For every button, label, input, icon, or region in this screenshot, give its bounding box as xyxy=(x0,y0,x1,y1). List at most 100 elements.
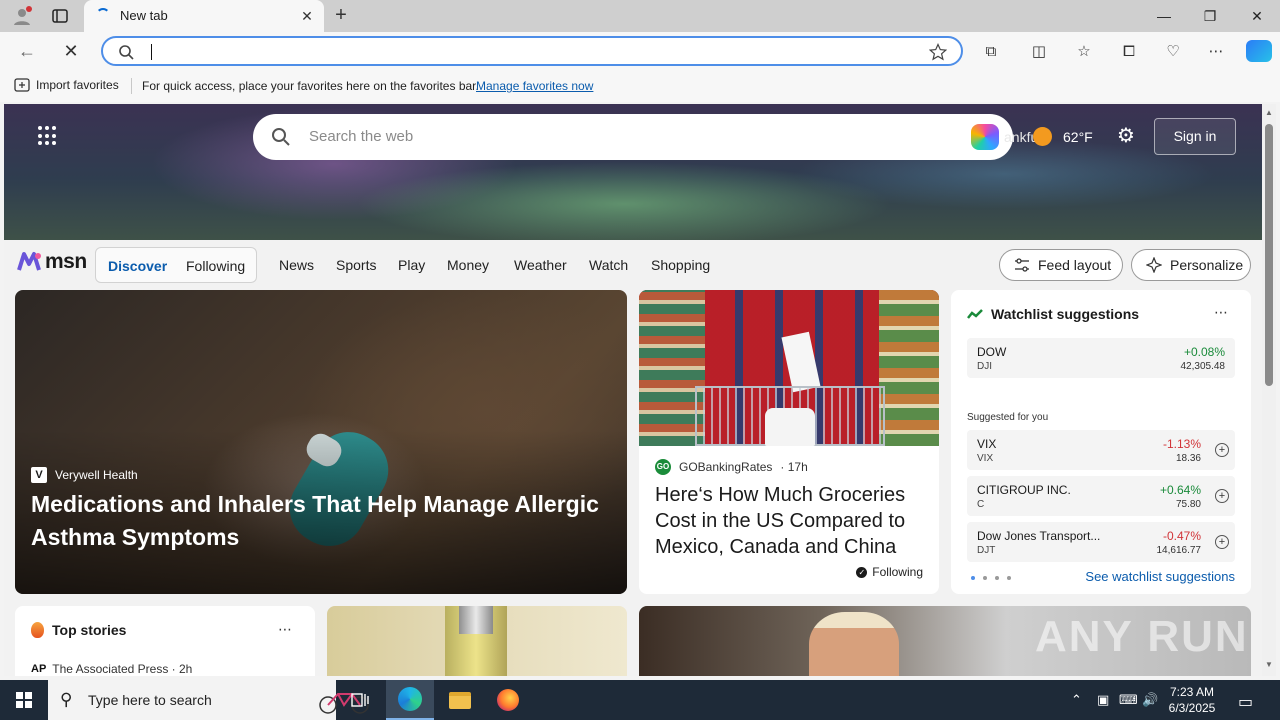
tab-following[interactable]: Following xyxy=(186,258,245,274)
scrollbar-thumb[interactable] xyxy=(1265,124,1273,386)
featured-story-card[interactable]: V Verywell Health Medications and Inhale… xyxy=(15,290,627,594)
start-button[interactable] xyxy=(0,680,48,720)
tab-new-tab[interactable]: New tab ✕ xyxy=(84,0,324,32)
tab-discover[interactable]: Discover xyxy=(108,258,167,274)
search-icon xyxy=(119,45,134,60)
carousel-dots[interactable] xyxy=(971,576,1011,580)
story-headline[interactable]: Here‘s How Much Groceries Cost in the US… xyxy=(655,482,925,560)
story-headline[interactable]: Medications and Inhalers That Help Manag… xyxy=(31,488,621,554)
sliders-icon xyxy=(1015,258,1029,272)
msn-logo[interactable]: msn xyxy=(16,250,87,274)
app-launcher-icon[interactable] xyxy=(38,126,58,146)
network-icon[interactable]: ⌨ xyxy=(1119,692,1138,708)
source-logo: GO xyxy=(655,459,671,475)
extensions-icon[interactable]: ⧉ xyxy=(980,40,1002,62)
manage-favorites-link[interactable]: Manage favorites now xyxy=(476,79,593,93)
file-explorer-icon[interactable] xyxy=(436,680,484,720)
search-placeholder: Search the web xyxy=(309,128,414,145)
nav-play[interactable]: Play xyxy=(398,257,425,273)
watchlist-row-citigroup[interactable]: CITIGROUP INC. C +0.64% 75.80 + xyxy=(967,476,1235,516)
story-age: · 17h xyxy=(780,460,808,474)
watchlist-row-dow-transport[interactable]: Dow Jones Transport... DJT -0.47% 14,616… xyxy=(967,522,1235,562)
suggested-label: Suggested for you xyxy=(967,412,1049,423)
task-view-icon[interactable] xyxy=(336,680,384,720)
collections-icon[interactable]: ⧠ xyxy=(1118,40,1140,62)
story-card[interactable]: ANY RUN xyxy=(639,606,1251,676)
close-tab-icon[interactable]: ✕ xyxy=(298,7,316,25)
story-card[interactable]: GO GOBankingRates · 17h Here‘s How Much … xyxy=(639,290,939,594)
nav-sports[interactable]: Sports xyxy=(336,257,376,273)
favorites-icon[interactable]: ☆ xyxy=(1073,40,1095,62)
story-card[interactable] xyxy=(327,606,627,676)
more-menu-icon[interactable]: ⋯ xyxy=(1205,40,1227,62)
personalize-button[interactable]: Personalize xyxy=(1131,249,1251,281)
watchlist-card: Watchlist suggestions ⋯ DOW DJI +0.08% 4… xyxy=(951,290,1251,594)
system-clock[interactable]: 7:23 AM 6/3/2025 xyxy=(1160,684,1224,716)
stock-change: +0.08% xyxy=(1183,345,1225,359)
import-favorites-button[interactable]: Import favorites xyxy=(14,78,119,92)
nav-money[interactable]: Money xyxy=(447,257,489,273)
stop-loading-icon[interactable]: ✕ xyxy=(58,39,84,63)
story-source[interactable]: AP The Associated Press · 2h xyxy=(31,662,192,676)
nav-news[interactable]: News xyxy=(279,257,314,273)
feed-layout-button[interactable]: Feed layout xyxy=(999,249,1123,281)
msn-logo-text: msn xyxy=(45,250,87,273)
edge-taskbar-icon[interactable] xyxy=(386,680,434,720)
close-window-icon[interactable]: ✕ xyxy=(1234,0,1280,32)
sign-in-button[interactable]: Sign in xyxy=(1154,118,1236,155)
web-search-box[interactable]: Search the web xyxy=(253,114,1013,160)
windows-taskbar: ⚲ Type here to search ⌃ ▣ ⌨ 🔊 7:23 AM 6/… xyxy=(0,680,1280,720)
navigation-bar: ← ✕ ⧉ ◫ ☆ ⧠ ♡ ⋯ xyxy=(0,32,1280,70)
show-hidden-icons-icon[interactable]: ⌃ xyxy=(1071,692,1082,708)
nav-weather[interactable]: Weather xyxy=(514,257,567,273)
volume-icon[interactable]: 🔊 xyxy=(1142,692,1158,708)
scroll-up-icon[interactable]: ▲ xyxy=(1264,108,1274,118)
tab-actions-icon[interactable] xyxy=(50,6,70,26)
notifications-icon[interactable]: ▭ xyxy=(1238,692,1253,712)
back-arrow-icon[interactable]: ← xyxy=(14,39,40,63)
msn-new-tab-page: Search the web ankfurt 62°F ⚙ Sign in ms… xyxy=(4,104,1262,676)
nav-watch[interactable]: Watch xyxy=(589,257,628,273)
profile-icon[interactable] xyxy=(12,6,32,26)
scroll-down-icon[interactable]: ▼ xyxy=(1264,660,1274,670)
favorites-hint: For quick access, place your favorites h… xyxy=(142,79,479,93)
copilot-icon[interactable] xyxy=(1246,40,1272,62)
settings-gear-icon[interactable]: ⚙ xyxy=(1114,124,1138,148)
stock-trend-icon xyxy=(967,309,983,319)
page-scrollbar[interactable]: ▲ ▼ xyxy=(1262,104,1276,676)
favorite-star-icon[interactable] xyxy=(929,43,947,61)
browser-essentials-icon[interactable]: ♡ xyxy=(1162,40,1184,62)
taskbar-search-box[interactable]: ⚲ Type here to search xyxy=(48,680,369,720)
source-name: Verywell Health xyxy=(55,468,138,482)
story-image-detail xyxy=(459,606,493,634)
windows-logo-icon xyxy=(16,692,32,708)
following-label: Following xyxy=(872,565,923,579)
address-bar[interactable] xyxy=(101,36,963,66)
more-options-icon[interactable]: ⋯ xyxy=(278,621,293,638)
split-screen-icon[interactable]: ◫ xyxy=(1028,40,1050,62)
nav-shopping[interactable]: Shopping xyxy=(651,257,710,273)
new-tab-button[interactable]: + xyxy=(330,5,352,27)
sunny-weather-icon[interactable] xyxy=(1033,127,1052,146)
add-to-watchlist-icon[interactable]: + xyxy=(1215,443,1229,457)
minimize-icon[interactable]: — xyxy=(1141,0,1187,32)
copilot-search-icon[interactable] xyxy=(971,124,999,150)
firefox-icon[interactable] xyxy=(484,680,532,720)
add-to-watchlist-icon[interactable]: + xyxy=(1215,535,1229,549)
add-to-watchlist-icon[interactable]: + xyxy=(1215,489,1229,503)
see-watchlist-link[interactable]: See watchlist suggestions xyxy=(1085,569,1235,584)
meet-now-icon[interactable]: ▣ xyxy=(1097,692,1109,708)
top-stories-card: Top stories ⋯ AP The Associated Press · … xyxy=(15,606,315,676)
story-source: V Verywell Health xyxy=(31,467,138,483)
stock-symbol: DJT xyxy=(977,545,996,556)
watchlist-row-vix[interactable]: VIX VIX -1.13% 18.36 + xyxy=(967,430,1235,470)
clock-date: 6/3/2025 xyxy=(1168,701,1216,715)
temperature[interactable]: 62°F xyxy=(1063,129,1093,145)
following-badge[interactable]: ✓ Following xyxy=(856,565,923,579)
watchlist-row-dow[interactable]: DOW DJI +0.08% 42,305.48 xyxy=(967,338,1235,378)
stock-change: +0.64% xyxy=(1159,483,1201,497)
feed-layout-label: Feed layout xyxy=(1038,257,1112,273)
hero-background: Search the web ankfurt 62°F ⚙ Sign in xyxy=(4,104,1262,240)
more-options-icon[interactable]: ⋯ xyxy=(1214,304,1229,321)
restore-icon[interactable]: ❐ xyxy=(1187,0,1233,32)
